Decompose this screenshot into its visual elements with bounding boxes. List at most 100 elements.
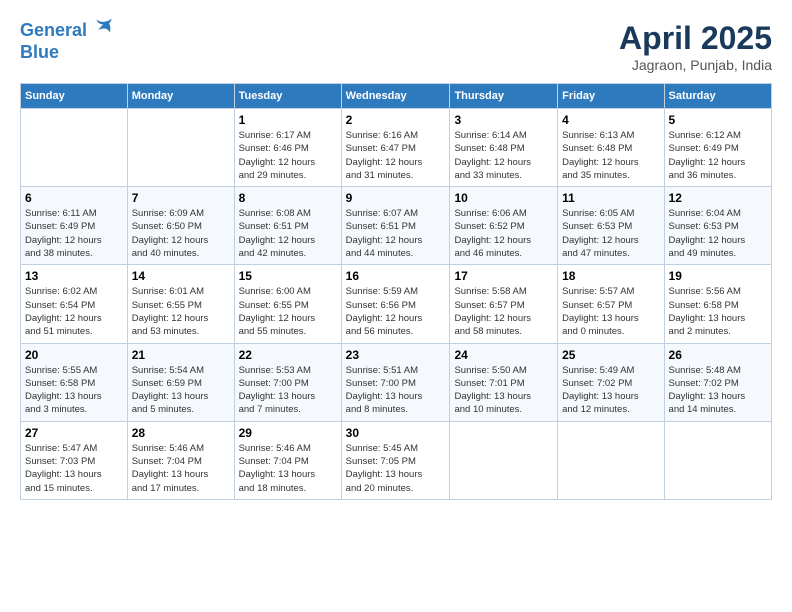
day-info: Sunrise: 6:01 AMSunset: 6:55 PMDaylight:… <box>132 285 230 338</box>
day-number: 11 <box>562 191 659 205</box>
day-number: 29 <box>239 426 337 440</box>
day-number: 17 <box>454 269 553 283</box>
day-number: 14 <box>132 269 230 283</box>
weekday-friday: Friday <box>558 84 664 109</box>
calendar-table: SundayMondayTuesdayWednesdayThursdayFrid… <box>20 83 772 500</box>
week-row-4: 20 Sunrise: 5:55 AMSunset: 6:58 PMDayligh… <box>21 343 772 421</box>
calendar-cell: 21 Sunrise: 5:54 AMSunset: 6:59 PMDayligh… <box>127 343 234 421</box>
day-number: 3 <box>454 113 553 127</box>
day-info: Sunrise: 5:49 AMSunset: 7:02 PMDaylight:… <box>562 364 659 417</box>
day-info: Sunrise: 6:02 AMSunset: 6:54 PMDaylight:… <box>25 285 123 338</box>
day-info: Sunrise: 5:53 AMSunset: 7:00 PMDaylight:… <box>239 364 337 417</box>
page-header: General Blue April 2025 Jagraon, Punjab,… <box>20 20 772 73</box>
calendar-cell: 2 Sunrise: 6:16 AMSunset: 6:47 PMDaylight… <box>341 109 450 187</box>
day-number: 23 <box>346 348 446 362</box>
day-number: 21 <box>132 348 230 362</box>
day-info: Sunrise: 5:59 AMSunset: 6:56 PMDaylight:… <box>346 285 446 338</box>
calendar-cell <box>21 109 128 187</box>
calendar-cell: 17 Sunrise: 5:58 AMSunset: 6:57 PMDayligh… <box>450 265 558 343</box>
location: Jagraon, Punjab, India <box>619 57 772 73</box>
day-info: Sunrise: 6:16 AMSunset: 6:47 PMDaylight:… <box>346 129 446 182</box>
day-number: 15 <box>239 269 337 283</box>
day-number: 1 <box>239 113 337 127</box>
calendar-cell: 12 Sunrise: 6:04 AMSunset: 6:53 PMDayligh… <box>664 187 771 265</box>
day-info: Sunrise: 6:00 AMSunset: 6:55 PMDaylight:… <box>239 285 337 338</box>
day-number: 28 <box>132 426 230 440</box>
day-number: 27 <box>25 426 123 440</box>
title-block: April 2025 Jagraon, Punjab, India <box>619 20 772 73</box>
day-info: Sunrise: 6:06 AMSunset: 6:52 PMDaylight:… <box>454 207 553 260</box>
day-number: 24 <box>454 348 553 362</box>
day-info: Sunrise: 6:05 AMSunset: 6:53 PMDaylight:… <box>562 207 659 260</box>
logo-general: General <box>20 20 87 40</box>
day-number: 19 <box>669 269 767 283</box>
day-info: Sunrise: 5:55 AMSunset: 6:58 PMDaylight:… <box>25 364 123 417</box>
weekday-monday: Monday <box>127 84 234 109</box>
calendar-body: 1Sunrise: 6:17 AMSunset: 6:46 PMDaylight… <box>21 109 772 500</box>
calendar-cell: 28 Sunrise: 5:46 AMSunset: 7:04 PMDayligh… <box>127 421 234 499</box>
calendar-cell: 5 Sunrise: 6:12 AMSunset: 6:49 PMDaylight… <box>664 109 771 187</box>
calendar-cell <box>558 421 664 499</box>
calendar-cell: 1Sunrise: 6:17 AMSunset: 6:46 PMDaylight… <box>234 109 341 187</box>
day-number: 2 <box>346 113 446 127</box>
calendar-cell: 20 Sunrise: 5:55 AMSunset: 6:58 PMDayligh… <box>21 343 128 421</box>
day-number: 30 <box>346 426 446 440</box>
calendar-cell: 10 Sunrise: 6:06 AMSunset: 6:52 PMDayligh… <box>450 187 558 265</box>
calendar-cell: 6Sunrise: 6:11 AMSunset: 6:49 PMDaylight… <box>21 187 128 265</box>
day-number: 12 <box>669 191 767 205</box>
day-number: 5 <box>669 113 767 127</box>
logo-blue: Blue <box>20 42 59 62</box>
calendar-cell: 4Sunrise: 6:13 AMSunset: 6:48 PMDaylight… <box>558 109 664 187</box>
calendar-cell <box>450 421 558 499</box>
calendar-cell: 23 Sunrise: 5:51 AMSunset: 7:00 PMDayligh… <box>341 343 450 421</box>
day-info: Sunrise: 5:47 AMSunset: 7:03 PMDaylight:… <box>25 442 123 495</box>
logo: General Blue <box>20 20 114 63</box>
weekday-tuesday: Tuesday <box>234 84 341 109</box>
logo-bird-icon <box>94 16 114 36</box>
day-info: Sunrise: 5:48 AMSunset: 7:02 PMDaylight:… <box>669 364 767 417</box>
calendar-cell: 13Sunrise: 6:02 AMSunset: 6:54 PMDayligh… <box>21 265 128 343</box>
day-info: Sunrise: 5:50 AMSunset: 7:01 PMDaylight:… <box>454 364 553 417</box>
day-info: Sunrise: 6:07 AMSunset: 6:51 PMDaylight:… <box>346 207 446 260</box>
day-number: 22 <box>239 348 337 362</box>
day-info: Sunrise: 5:51 AMSunset: 7:00 PMDaylight:… <box>346 364 446 417</box>
calendar-cell: 7Sunrise: 6:09 AMSunset: 6:50 PMDaylight… <box>127 187 234 265</box>
day-info: Sunrise: 6:08 AMSunset: 6:51 PMDaylight:… <box>239 207 337 260</box>
day-number: 7 <box>132 191 230 205</box>
day-info: Sunrise: 6:13 AMSunset: 6:48 PMDaylight:… <box>562 129 659 182</box>
calendar-cell: 15 Sunrise: 6:00 AMSunset: 6:55 PMDayligh… <box>234 265 341 343</box>
day-number: 26 <box>669 348 767 362</box>
day-number: 6 <box>25 191 123 205</box>
calendar-cell: 22 Sunrise: 5:53 AMSunset: 7:00 PMDayligh… <box>234 343 341 421</box>
calendar-cell: 8Sunrise: 6:08 AMSunset: 6:51 PMDaylight… <box>234 187 341 265</box>
day-info: Sunrise: 5:45 AMSunset: 7:05 PMDaylight:… <box>346 442 446 495</box>
week-row-5: 27 Sunrise: 5:47 AMSunset: 7:03 PMDayligh… <box>21 421 772 499</box>
day-info: Sunrise: 6:04 AMSunset: 6:53 PMDaylight:… <box>669 207 767 260</box>
day-info: Sunrise: 6:12 AMSunset: 6:49 PMDaylight:… <box>669 129 767 182</box>
calendar-cell: 14 Sunrise: 6:01 AMSunset: 6:55 PMDayligh… <box>127 265 234 343</box>
day-info: Sunrise: 5:58 AMSunset: 6:57 PMDaylight:… <box>454 285 553 338</box>
day-number: 20 <box>25 348 123 362</box>
calendar-cell: 9 Sunrise: 6:07 AMSunset: 6:51 PMDaylight… <box>341 187 450 265</box>
week-row-2: 6Sunrise: 6:11 AMSunset: 6:49 PMDaylight… <box>21 187 772 265</box>
weekday-thursday: Thursday <box>450 84 558 109</box>
week-row-3: 13Sunrise: 6:02 AMSunset: 6:54 PMDayligh… <box>21 265 772 343</box>
calendar-cell: 29 Sunrise: 5:46 AMSunset: 7:04 PMDayligh… <box>234 421 341 499</box>
calendar-cell: 27 Sunrise: 5:47 AMSunset: 7:03 PMDayligh… <box>21 421 128 499</box>
calendar-cell: 25 Sunrise: 5:49 AMSunset: 7:02 PMDayligh… <box>558 343 664 421</box>
day-number: 10 <box>454 191 553 205</box>
day-info: Sunrise: 5:46 AMSunset: 7:04 PMDaylight:… <box>239 442 337 495</box>
day-info: Sunrise: 5:56 AMSunset: 6:58 PMDaylight:… <box>669 285 767 338</box>
day-info: Sunrise: 5:46 AMSunset: 7:04 PMDaylight:… <box>132 442 230 495</box>
calendar-cell: 11 Sunrise: 6:05 AMSunset: 6:53 PMDayligh… <box>558 187 664 265</box>
day-number: 25 <box>562 348 659 362</box>
week-row-1: 1Sunrise: 6:17 AMSunset: 6:46 PMDaylight… <box>21 109 772 187</box>
weekday-wednesday: Wednesday <box>341 84 450 109</box>
calendar-cell <box>127 109 234 187</box>
weekday-sunday: Sunday <box>21 84 128 109</box>
calendar-cell: 26 Sunrise: 5:48 AMSunset: 7:02 PMDayligh… <box>664 343 771 421</box>
day-info: Sunrise: 5:54 AMSunset: 6:59 PMDaylight:… <box>132 364 230 417</box>
day-number: 9 <box>346 191 446 205</box>
weekday-row: SundayMondayTuesdayWednesdayThursdayFrid… <box>21 84 772 109</box>
calendar-cell: 18Sunrise: 5:57 AMSunset: 6:57 PMDayligh… <box>558 265 664 343</box>
